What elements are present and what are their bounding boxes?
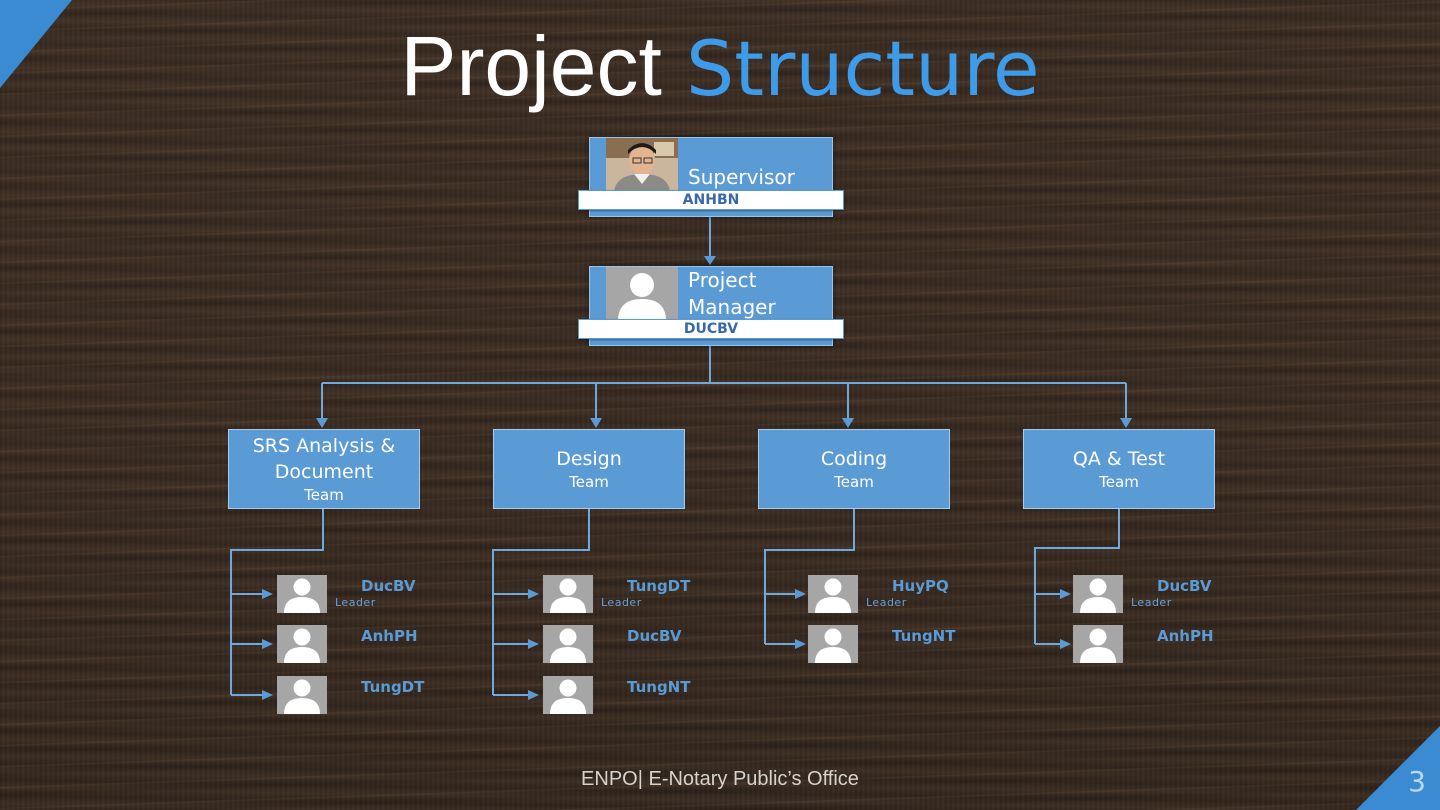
team-member: TungNT	[543, 676, 743, 716]
title-word-structure: Structure	[686, 24, 1040, 113]
team-coding: Coding Team	[758, 429, 950, 509]
supervisor-role: Supervisor	[688, 165, 795, 189]
person-icon	[1073, 625, 1123, 663]
member-name: TungNT	[627, 678, 691, 696]
team-member: TungDT Leader	[543, 575, 743, 615]
team-member: DucBV Leader	[277, 575, 477, 615]
person-icon	[1073, 575, 1123, 613]
team-design: Design Team	[493, 429, 685, 509]
footer-text: ENPO| E-Notary Public’s Office	[0, 768, 1440, 791]
team-qa-test: QA & Test Team	[1023, 429, 1215, 509]
person-icon	[808, 575, 858, 613]
manager-role-line1: Project	[688, 268, 757, 292]
person-icon	[277, 625, 327, 663]
team-name-line2: Document	[274, 461, 374, 483]
team-member: AnhPH	[1073, 625, 1273, 665]
team-label: Team	[569, 473, 609, 491]
person-icon	[543, 625, 593, 663]
footer-label: ENPO| E-Notary Public’s Office	[581, 768, 859, 790]
team-member: TungDT	[277, 676, 477, 716]
team-label: Team	[304, 486, 344, 504]
slide-title: Project Structure	[0, 20, 1440, 115]
person-icon	[543, 575, 593, 613]
member-name: DucBV	[361, 577, 416, 595]
team-member: AnhPH	[277, 625, 477, 665]
manager-name: DUCBV	[578, 319, 844, 339]
team-name-line1: QA & Test	[1072, 448, 1166, 470]
supervisor-name: ANHBN	[578, 190, 844, 210]
team-member: DucBV Leader	[1073, 575, 1273, 615]
team-srs-analysis: SRS Analysis & Document Team	[228, 429, 420, 509]
member-role: Leader	[866, 596, 907, 609]
person-icon	[808, 625, 858, 663]
person-icon	[543, 676, 593, 714]
member-name: AnhPH	[1157, 627, 1214, 645]
team-member: TungNT	[808, 625, 1008, 665]
team-name-line1: Design	[556, 448, 622, 470]
person-icon	[277, 676, 327, 714]
team-member: HuyPQ Leader	[808, 575, 1008, 615]
member-name: HuyPQ	[892, 577, 949, 595]
manager-avatar-icon	[606, 267, 678, 321]
team-name-line1: SRS Analysis &	[252, 435, 396, 457]
person-icon	[277, 575, 327, 613]
manager-role-line2: Manager	[688, 295, 776, 319]
member-name: TungDT	[627, 577, 691, 595]
member-name: AnhPH	[361, 627, 418, 645]
team-label: Team	[834, 473, 874, 491]
team-label: Team	[1099, 473, 1139, 491]
title-word-project: Project	[400, 19, 662, 113]
member-role: Leader	[335, 596, 376, 609]
supervisor-photo	[606, 138, 678, 192]
member-name: TungDT	[361, 678, 425, 696]
member-role: Leader	[1131, 596, 1172, 609]
member-role: Leader	[601, 596, 642, 609]
member-name: TungNT	[892, 627, 956, 645]
team-member: DucBV	[543, 625, 743, 665]
member-name: DucBV	[1157, 577, 1212, 595]
team-name-line1: Coding	[820, 448, 888, 470]
member-name: DucBV	[627, 627, 682, 645]
